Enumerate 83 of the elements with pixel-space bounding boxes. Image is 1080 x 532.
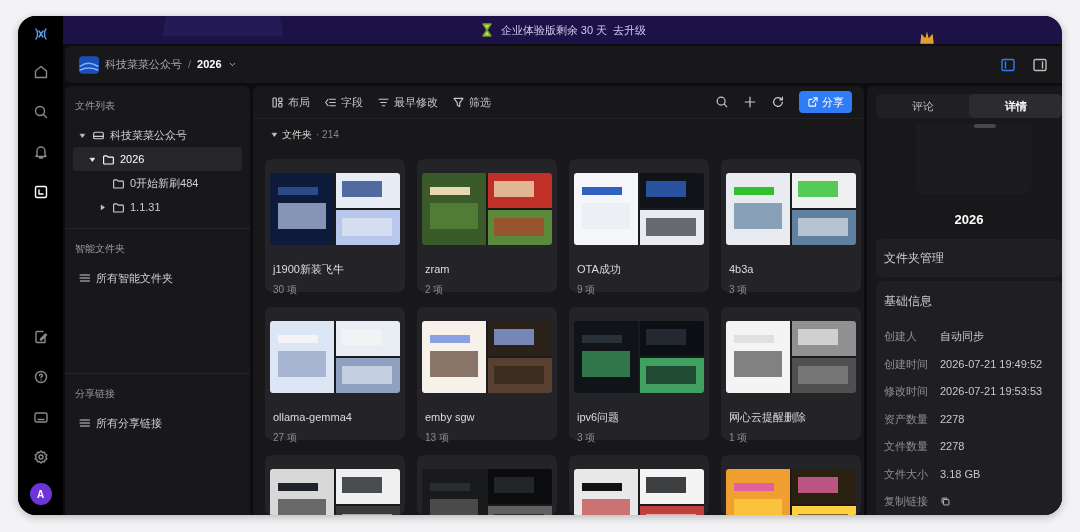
folder-card[interactable] (265, 455, 405, 515)
info-value: 3.18 GB (940, 466, 981, 482)
home-icon[interactable] (32, 64, 49, 80)
tab[interactable]: 评论 (876, 94, 969, 118)
add-icon (743, 95, 757, 109)
keyboard-icon[interactable] (32, 409, 49, 425)
folder-name: zram (425, 262, 451, 277)
tree-item[interactable]: 0开始新刷484 (73, 171, 242, 195)
search-icon[interactable] (32, 104, 49, 120)
folder-name: 网心云提醒删除 (729, 410, 807, 425)
info-label: 创建人 (884, 329, 918, 344)
breadcrumb-current[interactable]: 2026 (197, 56, 222, 73)
folder-name: j1900新装飞牛 (273, 262, 345, 277)
list-icon (79, 417, 91, 429)
folder-title: 2026 (953, 210, 985, 229)
panel-right-icon[interactable] (1032, 56, 1048, 73)
bell-icon[interactable] (32, 144, 49, 160)
trial-notice: 企业体验版剩余 30 天 (500, 22, 608, 38)
info-value: 自动同步 (940, 329, 984, 344)
filter-button[interactable]: 筛选 (452, 93, 491, 111)
list-item[interactable]: 所有分享链接 (73, 411, 242, 435)
refresh-button[interactable] (771, 95, 785, 109)
layout-icon (271, 95, 284, 109)
group-count: · 214 (316, 128, 339, 142)
folder-name: ipv6问题 (577, 410, 621, 425)
info-value: 2278 (940, 439, 965, 454)
info-value: 2026-07-21 19:53:53 (940, 384, 1043, 399)
fields-button[interactable]: 字段 (324, 93, 363, 111)
section-title: 文件列表 (74, 99, 116, 113)
info-label: 修改时间 (884, 384, 929, 399)
tab[interactable]: 详情 (969, 94, 1062, 118)
caret-icon[interactable] (227, 60, 237, 69)
info-label: 创建时间 (884, 356, 929, 372)
tree-item[interactable]: 科技菜菜公众号 (73, 123, 242, 147)
info-label: 文件数量 (884, 439, 929, 454)
expanded-caret-icon[interactable] (79, 132, 86, 140)
info-value: 2278 (940, 411, 965, 427)
panel-left-icon[interactable] (1000, 56, 1016, 73)
folder-icon (112, 200, 125, 214)
breadcrumb-link[interactable]: 科技菜菜公众号 (105, 56, 182, 73)
folder-card[interactable] (721, 455, 861, 515)
search-button[interactable] (715, 95, 729, 109)
folder-icon (102, 152, 115, 166)
section-title: 分享链接 (74, 387, 116, 401)
info-label: 文件大小 (884, 466, 929, 482)
edit-icon[interactable] (32, 329, 49, 345)
breadcrumb-separator: / (188, 57, 192, 73)
section-title: 基础信息 (883, 294, 933, 310)
collapsed-caret-icon[interactable] (99, 204, 106, 212)
share-icon (807, 96, 819, 108)
tree-item[interactable]: 1.1.31 (73, 195, 242, 219)
folder-card[interactable] (569, 455, 709, 515)
add-button[interactable] (743, 95, 757, 109)
copy-icon[interactable] (940, 495, 951, 507)
section-title: 智能文件夹 (74, 242, 126, 256)
list-item[interactable]: 所有智能文件夹 (73, 266, 242, 290)
folder-name: 4b3a (729, 262, 755, 277)
expanded-caret-icon[interactable] (89, 156, 96, 164)
tree-item[interactable]: 2026 (73, 147, 242, 171)
folder-name: OTA成功 (577, 262, 622, 277)
settings-icon[interactable] (32, 449, 49, 465)
drag-handle (974, 123, 996, 128)
info-value: 2026-07-21 19:49:52 (940, 356, 1043, 372)
list-icon (79, 272, 91, 284)
folder-name: emby sgw (425, 410, 476, 425)
refresh-icon (771, 95, 785, 109)
workspace-icon (79, 54, 99, 75)
layout-button[interactable]: 布局 (271, 93, 310, 111)
help-icon[interactable] (32, 369, 49, 385)
info-label: 复制链接 (884, 494, 929, 509)
filter-icon (452, 95, 465, 109)
search-icon (715, 95, 729, 109)
upgrade-link[interactable]: 去升级 (613, 21, 647, 39)
folder-name: ollama-gemma4 (273, 410, 353, 425)
expanded-caret-icon[interactable] (271, 131, 278, 138)
folder-manage-button[interactable]: 文件夹管理 (876, 239, 1062, 278)
group-label: 文件夹 (282, 128, 312, 142)
info-label: 资产数量 (884, 411, 929, 427)
folder-icon (112, 176, 125, 190)
avatar[interactable]: A (29, 483, 52, 505)
sort-button[interactable]: 最早修改 (377, 93, 438, 111)
library-icon[interactable] (32, 184, 49, 200)
share-button[interactable]: 分享 (799, 90, 852, 114)
